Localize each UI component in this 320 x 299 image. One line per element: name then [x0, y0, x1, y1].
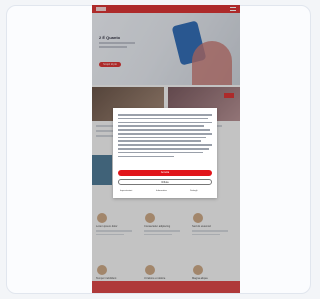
cookie-consent-dialog: Accetta Rifiuta Impostazioni Informativa… — [113, 108, 217, 198]
cookie-option-link[interactable]: Dettagli — [190, 190, 197, 192]
cookie-option-link[interactable]: Impostazioni — [120, 190, 132, 192]
reject-cookies-button[interactable]: Rifiuta — [118, 179, 212, 185]
cookie-consent-text — [118, 114, 212, 159]
cookie-option-link[interactable]: Informativa — [156, 190, 167, 192]
accept-cookies-button[interactable]: Accetta — [118, 170, 212, 176]
cookie-options-row: Impostazioni Informativa Dettagli — [118, 190, 212, 194]
